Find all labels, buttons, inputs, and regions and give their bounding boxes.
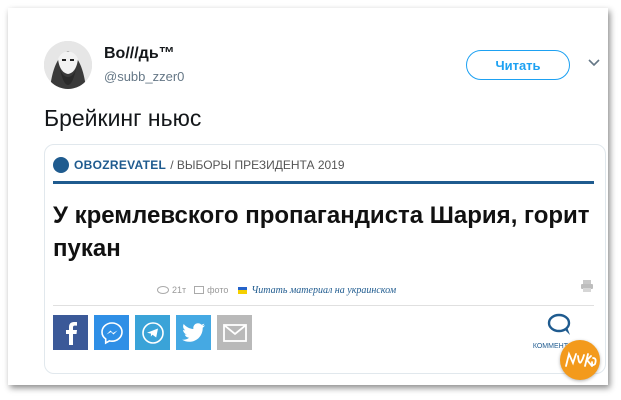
follow-button[interactable]: Читать bbox=[466, 50, 570, 80]
comments-icon bbox=[547, 313, 571, 335]
user-display-name[interactable]: Bo///дь™ bbox=[104, 45, 175, 63]
article-meta: 21т фото Читать материал на украинском bbox=[157, 283, 396, 297]
twitter-icon bbox=[181, 322, 205, 342]
watermark-logo bbox=[560, 340, 600, 380]
chevron-down-icon[interactable] bbox=[586, 54, 602, 70]
article-headline[interactable]: У кремлевского пропагандиста Шария, гори… bbox=[53, 199, 593, 265]
photo-label: фото bbox=[207, 285, 229, 295]
eye-icon bbox=[157, 286, 169, 294]
obozrevatel-logo-icon bbox=[53, 157, 69, 173]
camera-icon bbox=[194, 286, 205, 294]
email-share-button[interactable] bbox=[217, 315, 252, 350]
source-header: OBOZREVATEL / ВЫБОРЫ ПРЕЗИДЕНТА 2019 bbox=[53, 155, 345, 175]
twitter-share-button[interactable] bbox=[176, 315, 211, 350]
envelope-icon bbox=[222, 323, 247, 342]
card-divider bbox=[53, 305, 594, 306]
link-preview-card[interactable]: OBOZREVATEL / ВЫБОРЫ ПРЕЗИДЕНТА 2019 У к… bbox=[44, 144, 606, 374]
watermark-lettering-icon bbox=[565, 351, 597, 367]
user-handle[interactable]: @subb_zzer0 bbox=[104, 69, 184, 84]
bearded-man-avatar-icon bbox=[44, 41, 92, 89]
telegram-icon bbox=[141, 321, 164, 344]
facebook-icon bbox=[65, 321, 77, 345]
facebook-share-button[interactable] bbox=[53, 315, 88, 350]
messenger-icon bbox=[100, 321, 123, 344]
share-buttons bbox=[53, 315, 252, 350]
read-in-ukrainian-link[interactable]: Читать материал на украинском bbox=[251, 285, 396, 296]
tweet-container: Bo///дь™ @subb_zzer0 Читать Брейкинг нью… bbox=[8, 8, 608, 385]
messenger-share-button[interactable] bbox=[94, 315, 129, 350]
source-divider bbox=[53, 181, 594, 184]
avatar[interactable] bbox=[44, 41, 92, 89]
tweet-text: Брейкинг ньюс bbox=[44, 105, 202, 131]
ukraine-flag-icon bbox=[238, 286, 248, 294]
views-count: 21т bbox=[172, 285, 187, 295]
telegram-share-button[interactable] bbox=[135, 315, 170, 350]
printer-icon[interactable] bbox=[580, 279, 594, 293]
source-section: / ВЫБОРЫ ПРЕЗИДЕНТА 2019 bbox=[170, 158, 345, 172]
source-name: OBOZREVATEL bbox=[74, 158, 167, 172]
